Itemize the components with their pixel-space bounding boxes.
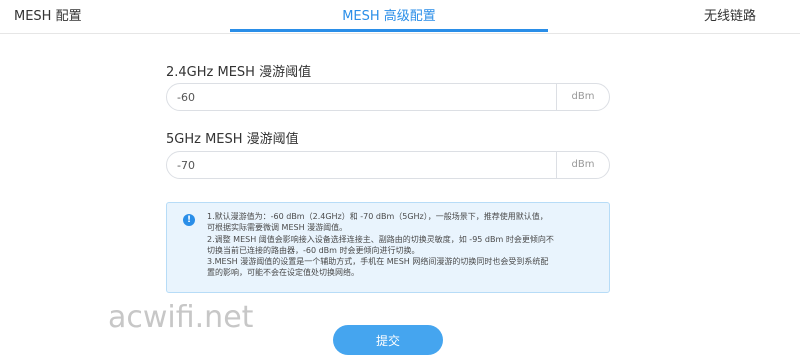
ghz24-threshold-field: dBm (166, 83, 610, 111)
active-tab-indicator (230, 29, 548, 32)
ghz5-threshold-field: dBm (166, 151, 610, 179)
ghz24-unit-label: dBm (556, 84, 609, 110)
watermark: acwifi.net (108, 300, 254, 335)
note-line: 3.MESH 漫游阈值的设置是一个辅助方式，手机在 MESH 网络间漫游的切换同… (207, 257, 549, 267)
tab-bar: MESH 配置 MESH 高级配置 无线链路 (0, 0, 800, 34)
note-line: 置的影响，可能不会在设定值处切换网络。 (207, 268, 359, 278)
tab-wireless-link[interactable]: 无线链路 (704, 0, 756, 33)
submit-button[interactable]: 提交 (333, 325, 443, 355)
note-line: 切换当前已连接的路由器，-60 dBm 时会更倾向进行切换。 (207, 245, 420, 255)
ghz5-unit-label: dBm (556, 152, 609, 178)
info-note: ! 1.默认漫游值为：-60 dBm（2.4GHz）和 -70 dBm（5GHz… (166, 202, 610, 293)
ghz5-threshold-label: 5GHz MESH 漫游阈值 (166, 132, 299, 147)
ghz24-threshold-input[interactable] (167, 84, 557, 110)
note-text: 1.默认漫游值为：-60 dBm（2.4GHz）和 -70 dBm（5GHz），… (207, 211, 607, 279)
info-icon: ! (183, 214, 195, 226)
ghz24-threshold-label: 2.4GHz MESH 漫游阈值 (166, 65, 312, 80)
note-line: 2.调整 MESH 阈值会影响接入设备选择连接主、副路由的切换灵敏度，如 -95… (207, 234, 554, 244)
note-line: 1.默认漫游值为：-60 dBm（2.4GHz）和 -70 dBm（5GHz），… (207, 212, 548, 221)
note-line: 可根据实际需要微调 MESH 漫游阈值。 (207, 223, 348, 233)
ghz5-threshold-input[interactable] (167, 152, 557, 178)
